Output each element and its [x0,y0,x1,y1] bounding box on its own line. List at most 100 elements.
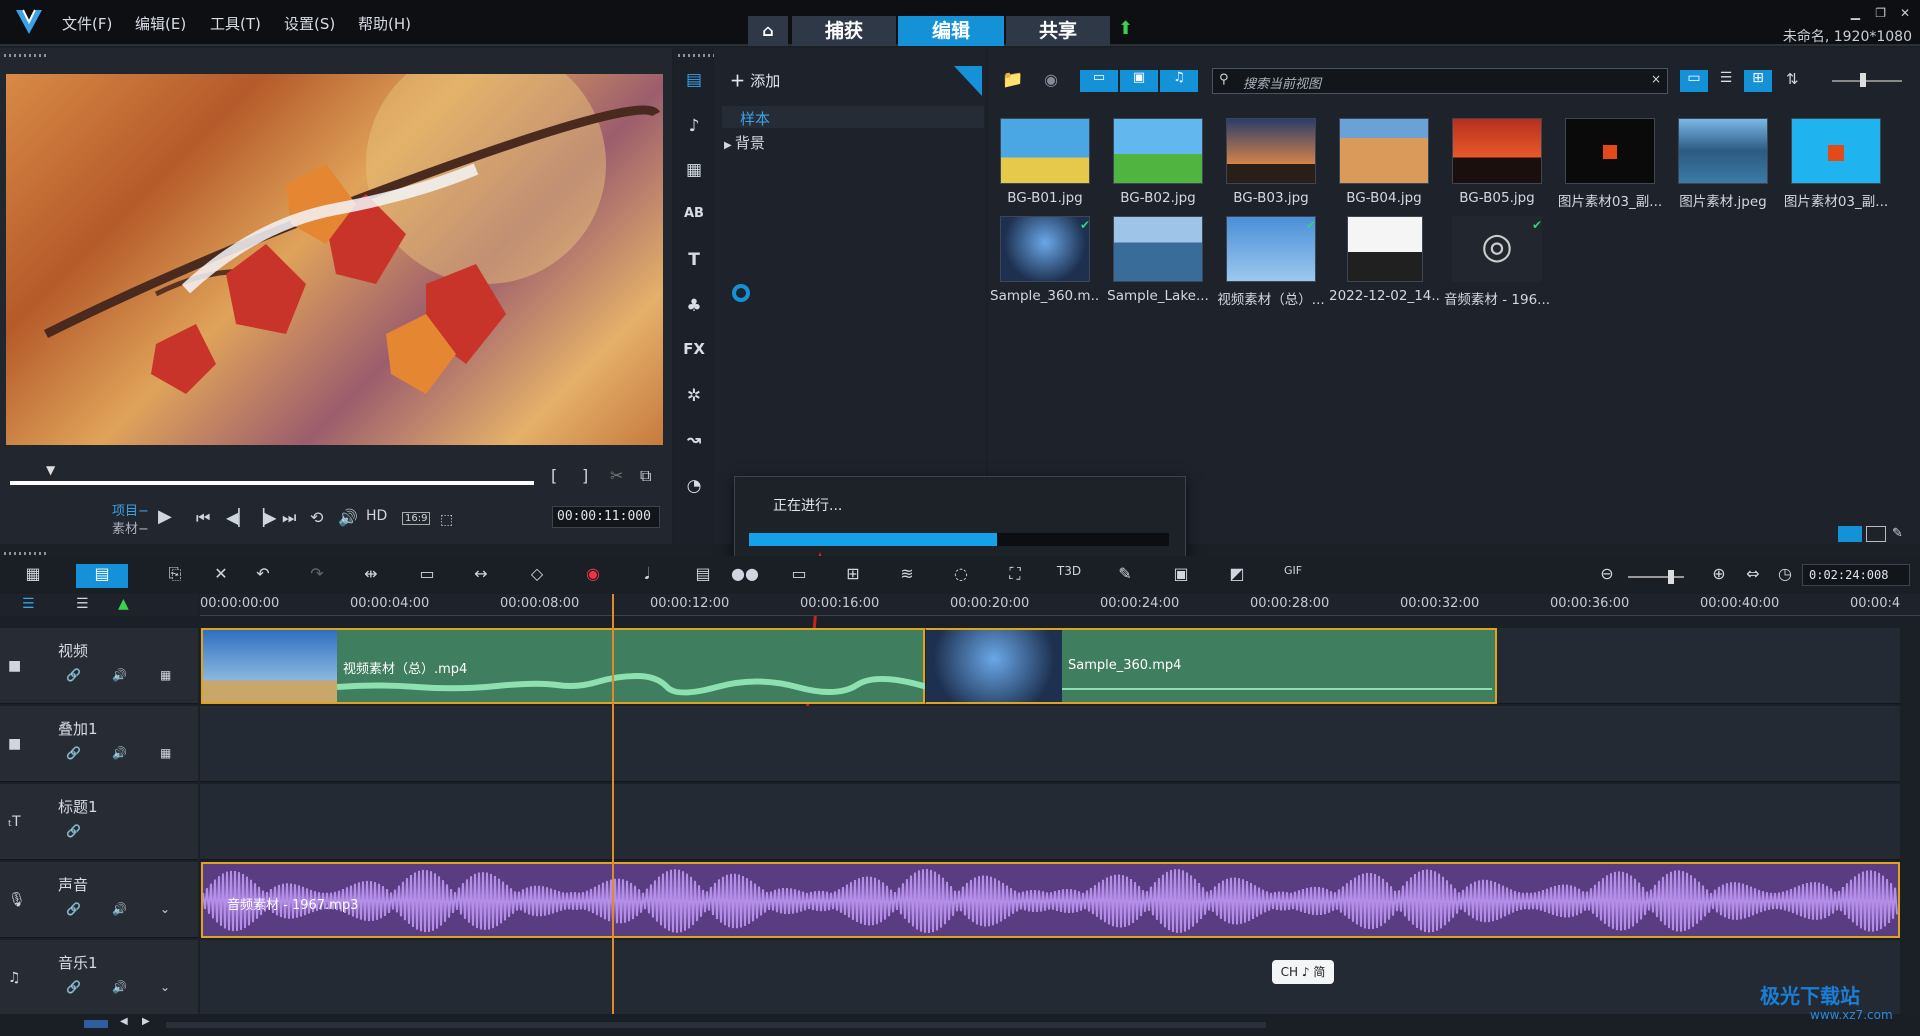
library-item[interactable]: BG-B01.jpg [990,112,1100,207]
menu-edit[interactable]: 编辑(E) [135,13,186,34]
rotate-icon[interactable]: ◌ [946,564,976,588]
fx-icon[interactable]: FX [678,340,710,368]
track-header-overlay[interactable]: ■ 叠加1 🔗 🔊 ▦ [0,706,198,782]
scroll-right-icon[interactable]: ▶ [142,1016,150,1027]
next-frame-icon[interactable]: ▕▶ [252,508,277,527]
search-input[interactable]: 搜索当前视图 [1243,73,1321,92]
record-icon[interactable]: ◉ [578,564,608,588]
video-clip[interactable]: Sample_360.mp4 [925,628,1497,704]
tools-icon[interactable]: ✕ [206,564,236,588]
film-icon[interactable]: ▤ [688,564,718,588]
library-item[interactable]: 2022-12-02_14... [1329,210,1439,305]
clock-icon[interactable]: ◷ [1770,564,1800,588]
split-screen-icon[interactable]: ⊞ [838,564,868,588]
menu-file[interactable]: 文件(F) [62,13,112,34]
clear-search-icon[interactable]: × [1651,72,1661,86]
close-icon[interactable]: ✕ [1900,6,1910,20]
scroll-left-icon[interactable]: ◀ [120,1016,128,1027]
library-view-icon[interactable] [1838,526,1862,542]
mark-out-button[interactable]: ] [582,466,588,485]
track-overlay[interactable] [200,706,1900,782]
color-icon[interactable]: ◩ [1222,564,1252,588]
search-box[interactable]: ⚲ 搜索当前视图 × [1212,68,1668,94]
minimize-icon[interactable]: ▁ [1851,6,1860,20]
storyboard-view-icon[interactable]: ▦ [18,564,48,588]
capture-icon[interactable]: ◉ [1044,70,1058,89]
expand-icon[interactable]: ⌄ [160,902,170,916]
filter-icon[interactable]: ✲ [678,386,710,414]
undo-icon[interactable]: ↶ [248,564,278,588]
play-icon[interactable]: ▶ [158,506,172,527]
scrub-handle[interactable]: ▼ [46,463,55,477]
link-icon[interactable]: 🔗 [66,902,81,916]
grid-icon[interactable]: ▦ [160,746,171,760]
view-list-button[interactable]: ☰ [1712,70,1740,92]
subtitle-icon[interactable]: ▭ [784,564,814,588]
library-item[interactable]: ◎ ✔ 音频素材 - 196... [1442,210,1552,308]
zoom-out-icon[interactable]: ⊖ [1592,564,1622,588]
library-item[interactable]: ✔ 视频素材（总）... [1216,210,1326,308]
fit-project-icon[interactable]: ⇔ [1738,564,1768,588]
tab-edit[interactable]: 编辑 [898,16,1004,46]
mute-icon[interactable]: 🔊 [112,746,127,760]
start-icon[interactable]: ⏮ [196,508,210,528]
crop-icon[interactable]: ▭ [412,564,442,588]
thumb-size-handle[interactable] [1860,73,1866,87]
safe-area-icon[interactable]: ⬚ [440,512,453,528]
ime-indicator[interactable]: CH ♪ 简 [1272,960,1334,984]
track-header-title[interactable]: ₜT 标题1 🔗 [0,784,198,860]
fit-icon[interactable]: ⇹ [356,564,386,588]
track-header-voice[interactable]: 🎙 声音 🔗 🔊 ⌄ [0,862,198,938]
copy-icon[interactable]: ⎘ [160,564,190,588]
track-title[interactable] [200,784,1900,860]
library-item[interactable]: BG-B02.jpg [1103,112,1213,207]
tree-item-sample[interactable]: 样本 [740,108,770,129]
video-clip[interactable]: 视频素材（总）.mp4 [201,628,927,704]
zoom-slider[interactable] [1628,576,1684,578]
split-icon[interactable]: ↔ [466,564,496,588]
library-item[interactable]: BG-B04.jpg [1329,112,1439,207]
grid-icon[interactable]: ▦ [160,668,171,682]
link-icon[interactable]: 🔗 [66,980,81,994]
show-photo-button[interactable]: ▣ [1120,70,1158,92]
mute-icon[interactable]: 🔊 [112,902,127,916]
mask-icon[interactable]: ⛶ [1000,564,1030,588]
library-item[interactable]: ✔ Sample_360.m... [990,210,1100,305]
add-track-icon[interactable]: ☰ [76,596,89,612]
home-tab[interactable]: ⌂ [748,16,788,46]
link-icon[interactable]: 🔗 [66,746,81,760]
restore-icon[interactable]: ❐ [1875,6,1886,20]
tab-share[interactable]: 共享 [1006,16,1110,46]
import-folder-icon[interactable]: 📁 [1002,70,1023,90]
link-icon[interactable]: 🔗 [66,668,81,682]
library-item[interactable]: BG-B05.jpg [1442,112,1552,207]
library-item[interactable]: BG-B03.jpg [1216,112,1326,207]
graphics-icon[interactable]: ♣ [678,296,710,324]
panel-grip[interactable] [4,552,48,555]
prev-frame-icon[interactable]: ◀▏ [226,508,251,527]
scrub-bar[interactable] [10,481,534,485]
zoom-handle[interactable] [1668,570,1674,584]
media-icon[interactable]: ▤ [678,70,710,98]
timeline-ruler[interactable]: 00:00:00:00 00:00:04:00 00:00:08:00 00:00:1… [200,594,1920,616]
expand-icon[interactable]: ⌄ [160,980,170,994]
tree-item-background[interactable]: ▶ 背景 [724,132,765,153]
upload-icon[interactable]: ⬆ [1118,18,1133,39]
resize-icon[interactable]: ◇ [522,564,552,588]
menu-settings[interactable]: 设置(S) [284,13,335,34]
library-item[interactable]: 图片素材03_副... [1555,112,1665,210]
hd-button[interactable]: HD [366,508,387,524]
layout-icon[interactable] [1866,526,1886,542]
instant-project-icon[interactable]: ▦ [678,160,710,188]
speed-icon[interactable]: ◔ [678,476,710,504]
timeline-view-icon[interactable]: ▤ [76,564,128,588]
screen-icon[interactable]: ▣ [1166,564,1196,588]
playhead[interactable] [612,594,614,1014]
scroll-indicator[interactable] [84,1020,108,1028]
speed-icon[interactable]: ≋ [892,564,922,588]
end-icon[interactable]: ⏭ [282,508,296,528]
link-icon[interactable]: 🔗 [66,824,81,838]
audio-mix-icon[interactable]: 𝅘𝅥 [632,564,662,588]
tab-capture[interactable]: 捕获 [792,16,896,46]
menu-tools[interactable]: 工具(T) [210,13,261,34]
